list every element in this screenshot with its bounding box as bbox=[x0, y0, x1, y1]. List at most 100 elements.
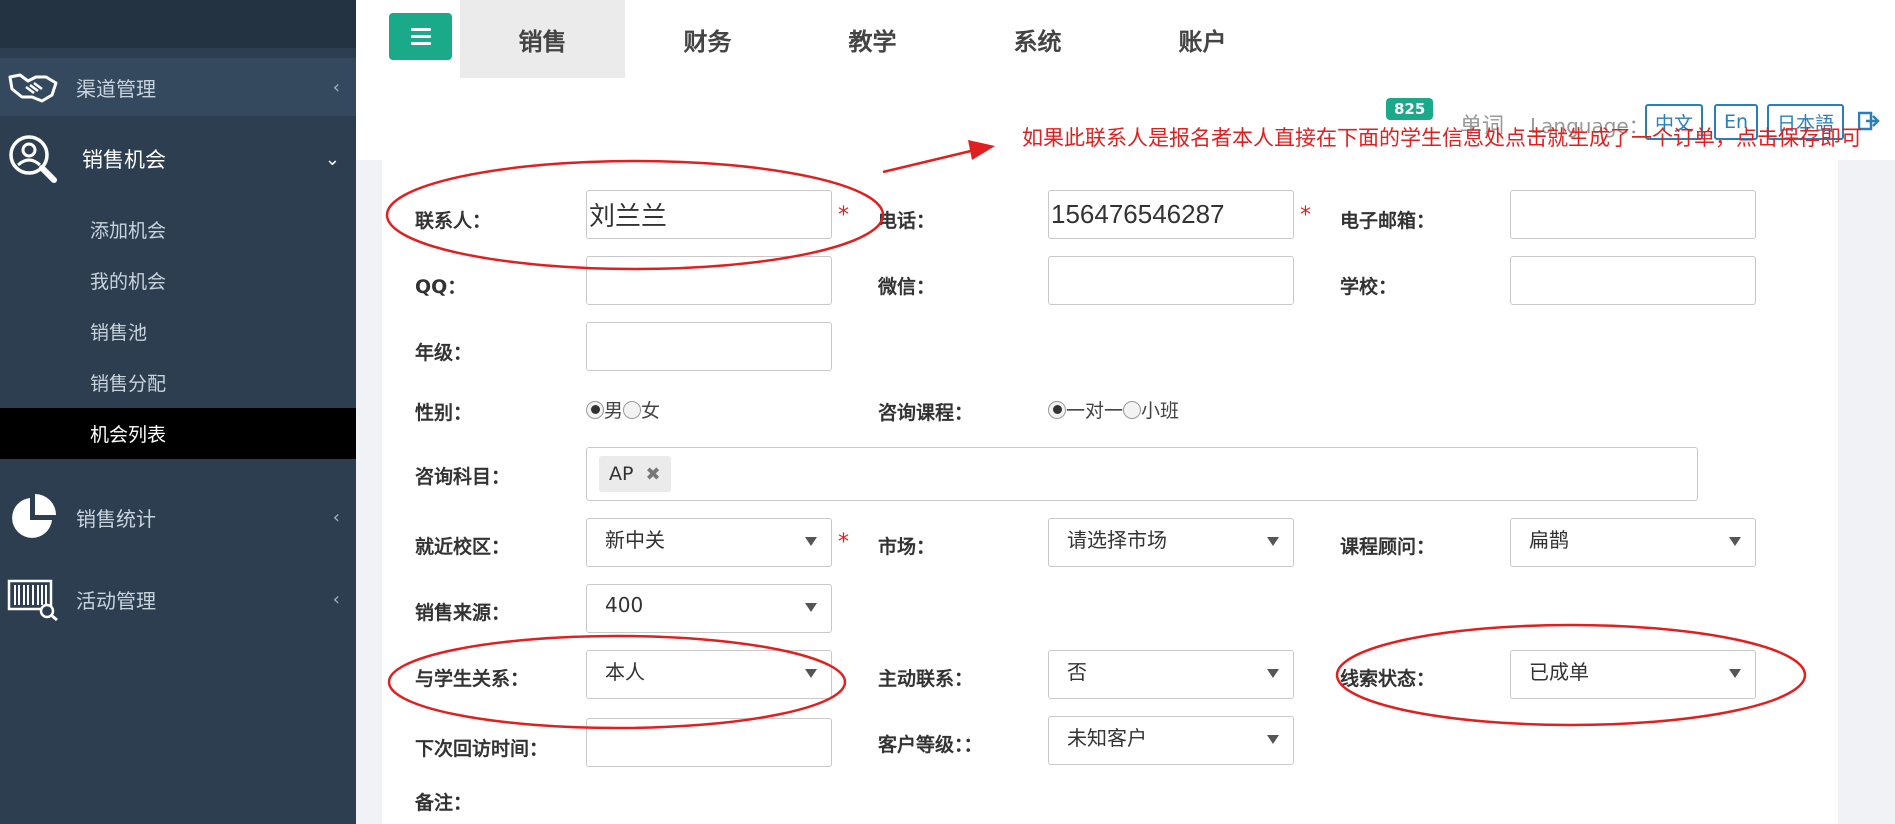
course-label: 咨询课程： bbox=[878, 402, 974, 424]
sidebar-item-activity[interactable]: 活动管理 ‹ bbox=[0, 570, 356, 628]
sidebar-subitem-label: 机会列表 bbox=[90, 424, 167, 446]
chevron-left-icon: ‹ bbox=[332, 588, 340, 610]
sidebar-subitem-list[interactable]: 机会列表 bbox=[0, 408, 356, 459]
email-label: 电子邮箱： bbox=[1340, 210, 1436, 232]
sidebar-header bbox=[0, 0, 356, 48]
market-select[interactable]: 请选择市场 bbox=[1048, 518, 1294, 567]
market-label: 市场： bbox=[878, 536, 936, 558]
tag-remove-icon[interactable]: ✖ bbox=[645, 464, 660, 485]
gender-male-radio[interactable] bbox=[586, 400, 604, 419]
sidebar-item-label: 销售统计 bbox=[76, 506, 156, 531]
next-visit-label: 下次回访时间： bbox=[415, 738, 549, 760]
sidebar-subitem-label: 添加机会 bbox=[90, 220, 167, 242]
relation-select[interactable]: 本人 bbox=[586, 650, 832, 699]
customer-level-select-value: 未知客户 bbox=[1067, 726, 1147, 750]
sidebar-subitem-label: 我的机会 bbox=[90, 271, 167, 293]
gender-label: 性别： bbox=[415, 402, 473, 424]
sidebar-subitem-pool[interactable]: 销售池 bbox=[0, 306, 356, 357]
active-contact-label: 主动联系： bbox=[878, 668, 974, 690]
relation-label: 与学生关系： bbox=[415, 668, 530, 690]
caret-down-icon bbox=[1729, 669, 1741, 678]
tab-sales[interactable]: 销售 bbox=[460, 0, 625, 78]
user-search-icon bbox=[6, 132, 60, 186]
sidebar-item-sales-stats[interactable]: 销售统计 ‹ bbox=[0, 488, 356, 546]
grade-label: 年级： bbox=[415, 342, 473, 364]
caret-down-icon bbox=[1267, 537, 1279, 546]
course-option-label: 小班 bbox=[1141, 400, 1180, 422]
wechat-label: 微信： bbox=[878, 276, 936, 298]
campus-select[interactable]: 新中关 bbox=[586, 518, 832, 567]
chevron-left-icon: ‹ bbox=[332, 506, 340, 528]
lead-status-select[interactable]: 已成单 bbox=[1510, 650, 1756, 699]
sidebar-item-label: 销售机会 bbox=[82, 148, 166, 172]
sidebar-item-label: 渠道管理 bbox=[76, 76, 156, 101]
customer-level-select[interactable]: 未知客户 bbox=[1048, 716, 1294, 765]
phone-input[interactable]: 156476546287 bbox=[1048, 190, 1294, 239]
advisor-label: 课程顾问： bbox=[1340, 536, 1436, 558]
required-marker: * bbox=[1300, 203, 1311, 228]
tab-system[interactable]: 系统 bbox=[955, 0, 1120, 78]
tab-teaching[interactable]: 教学 bbox=[790, 0, 955, 78]
source-select-value: 400 bbox=[605, 592, 644, 617]
contact-input[interactable]: 刘兰兰 bbox=[586, 190, 832, 239]
active-contact-select-value: 否 bbox=[1067, 660, 1087, 684]
advisor-select[interactable]: 扁鹊 bbox=[1510, 518, 1756, 567]
course-option-label: 一对一 bbox=[1066, 400, 1124, 422]
sidebar-item-sales-opportunity[interactable]: 销售机会 ⌄ bbox=[0, 130, 356, 188]
caret-down-icon bbox=[1729, 537, 1741, 546]
sidebar-subitem-add[interactable]: 添加机会 bbox=[0, 204, 356, 255]
notification-badge[interactable]: 825 bbox=[1386, 98, 1434, 120]
qq-label: QQ： bbox=[415, 276, 467, 298]
sidebar-subitem-label: 销售分配 bbox=[90, 373, 167, 395]
subject-tag: AP ✖ bbox=[599, 456, 671, 492]
caret-down-icon bbox=[805, 603, 817, 612]
subject-tag-label: AP bbox=[609, 463, 634, 485]
notes-label: 备注： bbox=[415, 792, 473, 814]
market-select-value: 请选择市场 bbox=[1067, 528, 1167, 552]
sidebar-subitem-mine[interactable]: 我的机会 bbox=[0, 255, 356, 306]
sidebar-subitem-label: 销售池 bbox=[90, 322, 148, 344]
campus-label: 就近校区： bbox=[415, 536, 511, 558]
active-contact-select[interactable]: 否 bbox=[1048, 650, 1294, 699]
lead-status-select-value: 已成单 bbox=[1529, 660, 1589, 684]
course-small-class-radio[interactable] bbox=[1123, 400, 1142, 419]
gender-option-label: 男 bbox=[604, 400, 624, 422]
phone-label: 电话： bbox=[878, 210, 936, 232]
barcode-scan-icon bbox=[6, 572, 60, 626]
course-radio-group: 一对一 小班 bbox=[1048, 396, 1179, 423]
sidebar-subitem-assign[interactable]: 销售分配 bbox=[0, 357, 356, 408]
next-visit-input[interactable] bbox=[586, 718, 832, 767]
customer-level-label: 客户等级：： bbox=[878, 734, 983, 756]
menu-toggle-button[interactable] bbox=[389, 13, 452, 60]
handshake-icon bbox=[6, 60, 60, 114]
annotation-note: 如果此联系人是报名者本人直接在下面的学生信息处点击就生成了一个订单，点击保存即可 bbox=[1022, 126, 1862, 150]
tab-finance[interactable]: 财务 bbox=[625, 0, 790, 78]
wechat-input[interactable] bbox=[1048, 256, 1294, 305]
sidebar-item-label: 活动管理 bbox=[76, 588, 156, 613]
grade-input[interactable] bbox=[586, 322, 832, 371]
sidebar-item-channel[interactable]: 渠道管理 ‹ bbox=[0, 58, 356, 116]
caret-down-icon bbox=[1267, 735, 1279, 744]
required-marker: * bbox=[838, 203, 849, 228]
tab-account[interactable]: 账户 bbox=[1120, 0, 1285, 78]
campus-select-value: 新中关 bbox=[605, 528, 665, 552]
gender-radio-group: 男 女 bbox=[586, 396, 660, 423]
caret-down-icon bbox=[805, 669, 817, 678]
course-one-on-one-radio[interactable] bbox=[1048, 400, 1066, 419]
school-input[interactable] bbox=[1510, 256, 1756, 305]
contact-label: 联系人： bbox=[415, 210, 492, 232]
lead-status-label: 线索状态： bbox=[1340, 668, 1436, 690]
source-select[interactable]: 400 bbox=[586, 584, 832, 633]
sidebar: 渠道管理 ‹ 销售机会 ⌄ 添加机会 我的机会 销售池 销售分配 机会列表 销售… bbox=[0, 0, 356, 824]
subject-tag-input[interactable]: AP ✖ bbox=[586, 447, 1698, 501]
caret-down-icon bbox=[1267, 669, 1279, 678]
pie-chart-icon bbox=[6, 490, 60, 544]
gender-female-radio[interactable] bbox=[623, 400, 642, 419]
caret-down-icon bbox=[805, 537, 817, 546]
gender-option-label: 女 bbox=[641, 400, 661, 422]
school-label: 学校： bbox=[1340, 276, 1398, 298]
qq-input[interactable] bbox=[586, 256, 832, 305]
email-input[interactable] bbox=[1510, 190, 1756, 239]
source-label: 销售来源： bbox=[415, 602, 511, 624]
subject-label: 咨询科目： bbox=[415, 466, 511, 488]
